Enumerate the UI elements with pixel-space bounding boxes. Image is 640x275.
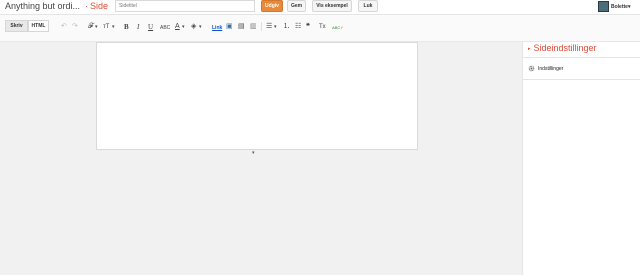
blog-title[interactable]: Anything but ordi... [5, 1, 80, 11]
expand-arrow-icon: ▸ [528, 45, 531, 52]
spellcheck-icon[interactable]: ABC✓ [332, 24, 344, 32]
breadcrumb-page: Side [90, 1, 109, 11]
font-size-icon[interactable]: ᴛT [103, 23, 109, 31]
page-title-input[interactable] [115, 0, 255, 12]
strikethrough-icon[interactable]: ABC [160, 24, 170, 32]
undo-icon[interactable]: ↶ [61, 23, 67, 31]
align-icon[interactable]: ☰ [266, 23, 272, 31]
sidebar-heading-label: Sideindstillinger [533, 43, 597, 53]
toolbar-divider [261, 22, 262, 31]
italic-icon[interactable]: I [137, 23, 139, 31]
html-mode-button[interactable]: HTML [28, 20, 49, 32]
username[interactable]: Bolette▾ [611, 4, 630, 10]
editor-area: ▾ [0, 42, 522, 275]
font-size-dropdown-icon[interactable]: ▾ [112, 23, 115, 31]
bold-icon[interactable]: B [124, 23, 129, 31]
page-break-icon[interactable]: ▥ [250, 23, 257, 31]
avatar[interactable] [598, 1, 609, 12]
sidebar-item-label: Indstillinger [538, 65, 564, 72]
divider [523, 57, 640, 58]
video-icon[interactable]: ▤ [238, 23, 245, 31]
editor-toolbar: Skriv HTML ↶ ↷ 𝓕 ▾ ᴛT ▾ B I U ABC A ▾ ◈ … [0, 15, 640, 42]
top-bar: Anything but ordi... ·Side Udgiv Gem Vis… [0, 0, 640, 15]
page-content-editor[interactable] [96, 42, 418, 150]
redo-icon[interactable]: ↷ [72, 23, 78, 31]
bulleted-list-icon[interactable]: ☷ [295, 23, 301, 31]
breadcrumb: · Side [85, 1, 108, 11]
highlight-dropdown-icon[interactable]: ▾ [199, 23, 202, 31]
sidebar-item-settings[interactable]: Indstillinger [528, 65, 563, 72]
image-icon[interactable]: ▣ [226, 23, 233, 31]
publish-button[interactable]: Udgiv [261, 0, 283, 12]
align-dropdown-icon[interactable]: ▾ [274, 23, 277, 31]
clear-formatting-icon[interactable]: Tx [319, 23, 326, 31]
save-button[interactable]: Gem [287, 0, 306, 12]
editor-resize-icon[interactable]: ▾ [252, 150, 255, 156]
quote-icon[interactable]: ❝ [306, 23, 310, 31]
settings-sidebar: ▸ Sideindstillinger Indstillinger [522, 42, 640, 275]
link-button[interactable]: Link [212, 24, 222, 32]
highlight-icon[interactable]: ◈ [191, 23, 196, 31]
gear-icon [528, 65, 535, 72]
text-color-icon[interactable]: A [175, 23, 180, 31]
font-dropdown-icon[interactable]: ▾ [95, 23, 98, 31]
preview-button[interactable]: Vis eksempel [312, 0, 352, 12]
breadcrumb-separator: · [85, 1, 88, 11]
sidebar-heading: ▸ Sideindstillinger [528, 43, 597, 53]
font-family-icon[interactable]: 𝓕 [88, 23, 93, 31]
numbered-list-icon[interactable]: ⒈ [283, 23, 290, 31]
divider [523, 79, 640, 80]
text-color-dropdown-icon[interactable]: ▾ [182, 23, 185, 31]
write-mode-button[interactable]: Skriv [5, 20, 28, 32]
close-button[interactable]: Luk [358, 0, 378, 12]
underline-icon[interactable]: U [148, 23, 153, 31]
